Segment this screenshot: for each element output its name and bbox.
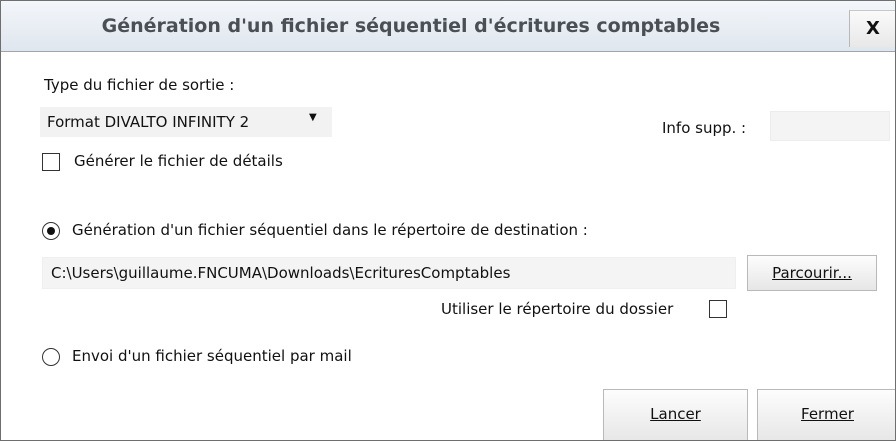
chevron-down-icon[interactable]: ▼: [309, 112, 317, 123]
title-bar: Génération d'un fichier séquentiel d'écr…: [1, 1, 895, 52]
close-dialog-button-label: Fermer: [801, 405, 854, 423]
details-checkbox[interactable]: [42, 153, 60, 171]
close-button[interactable]: X: [849, 10, 895, 47]
destination-path-field[interactable]: C:\Users\guillaume.FNCUMA\Downloads\Ecri…: [42, 257, 736, 289]
details-checkbox-label[interactable]: Générer le fichier de détails: [74, 152, 283, 170]
close-dialog-button[interactable]: Fermer: [757, 389, 895, 440]
dialog-title: Génération d'un fichier séquentiel d'écr…: [101, 15, 721, 37]
destination-radio-label[interactable]: Génération d'un fichier séquentiel dans …: [72, 221, 588, 239]
info-supp-label: Info supp. :: [662, 119, 747, 137]
use-folder-checkbox[interactable]: [709, 300, 727, 318]
browse-button-label: Parcourir...: [772, 264, 852, 282]
launch-button[interactable]: Lancer: [603, 389, 748, 440]
destination-radio[interactable]: [42, 222, 60, 240]
destination-path-value: C:\Users\guillaume.FNCUMA\Downloads\Ecri…: [51, 264, 511, 282]
output-type-label: Type du fichier de sortie :: [44, 76, 235, 94]
launch-button-label: Lancer: [650, 405, 701, 423]
mail-radio-label[interactable]: Envoi d'un fichier séquentiel par mail: [72, 347, 352, 365]
browse-button[interactable]: Parcourir...: [747, 255, 877, 291]
export-dialog: Génération d'un fichier séquentiel d'écr…: [0, 0, 896, 441]
info-supp-field[interactable]: [770, 111, 890, 141]
output-type-selected: Format DIVALTO INFINITY 2: [47, 113, 250, 131]
radio-selected-dot: [47, 227, 55, 235]
use-folder-label[interactable]: Utiliser le répertoire du dossier: [441, 300, 673, 318]
mail-radio[interactable]: [42, 348, 60, 366]
output-type-select[interactable]: Format DIVALTO INFINITY 2 ▼: [40, 107, 332, 137]
